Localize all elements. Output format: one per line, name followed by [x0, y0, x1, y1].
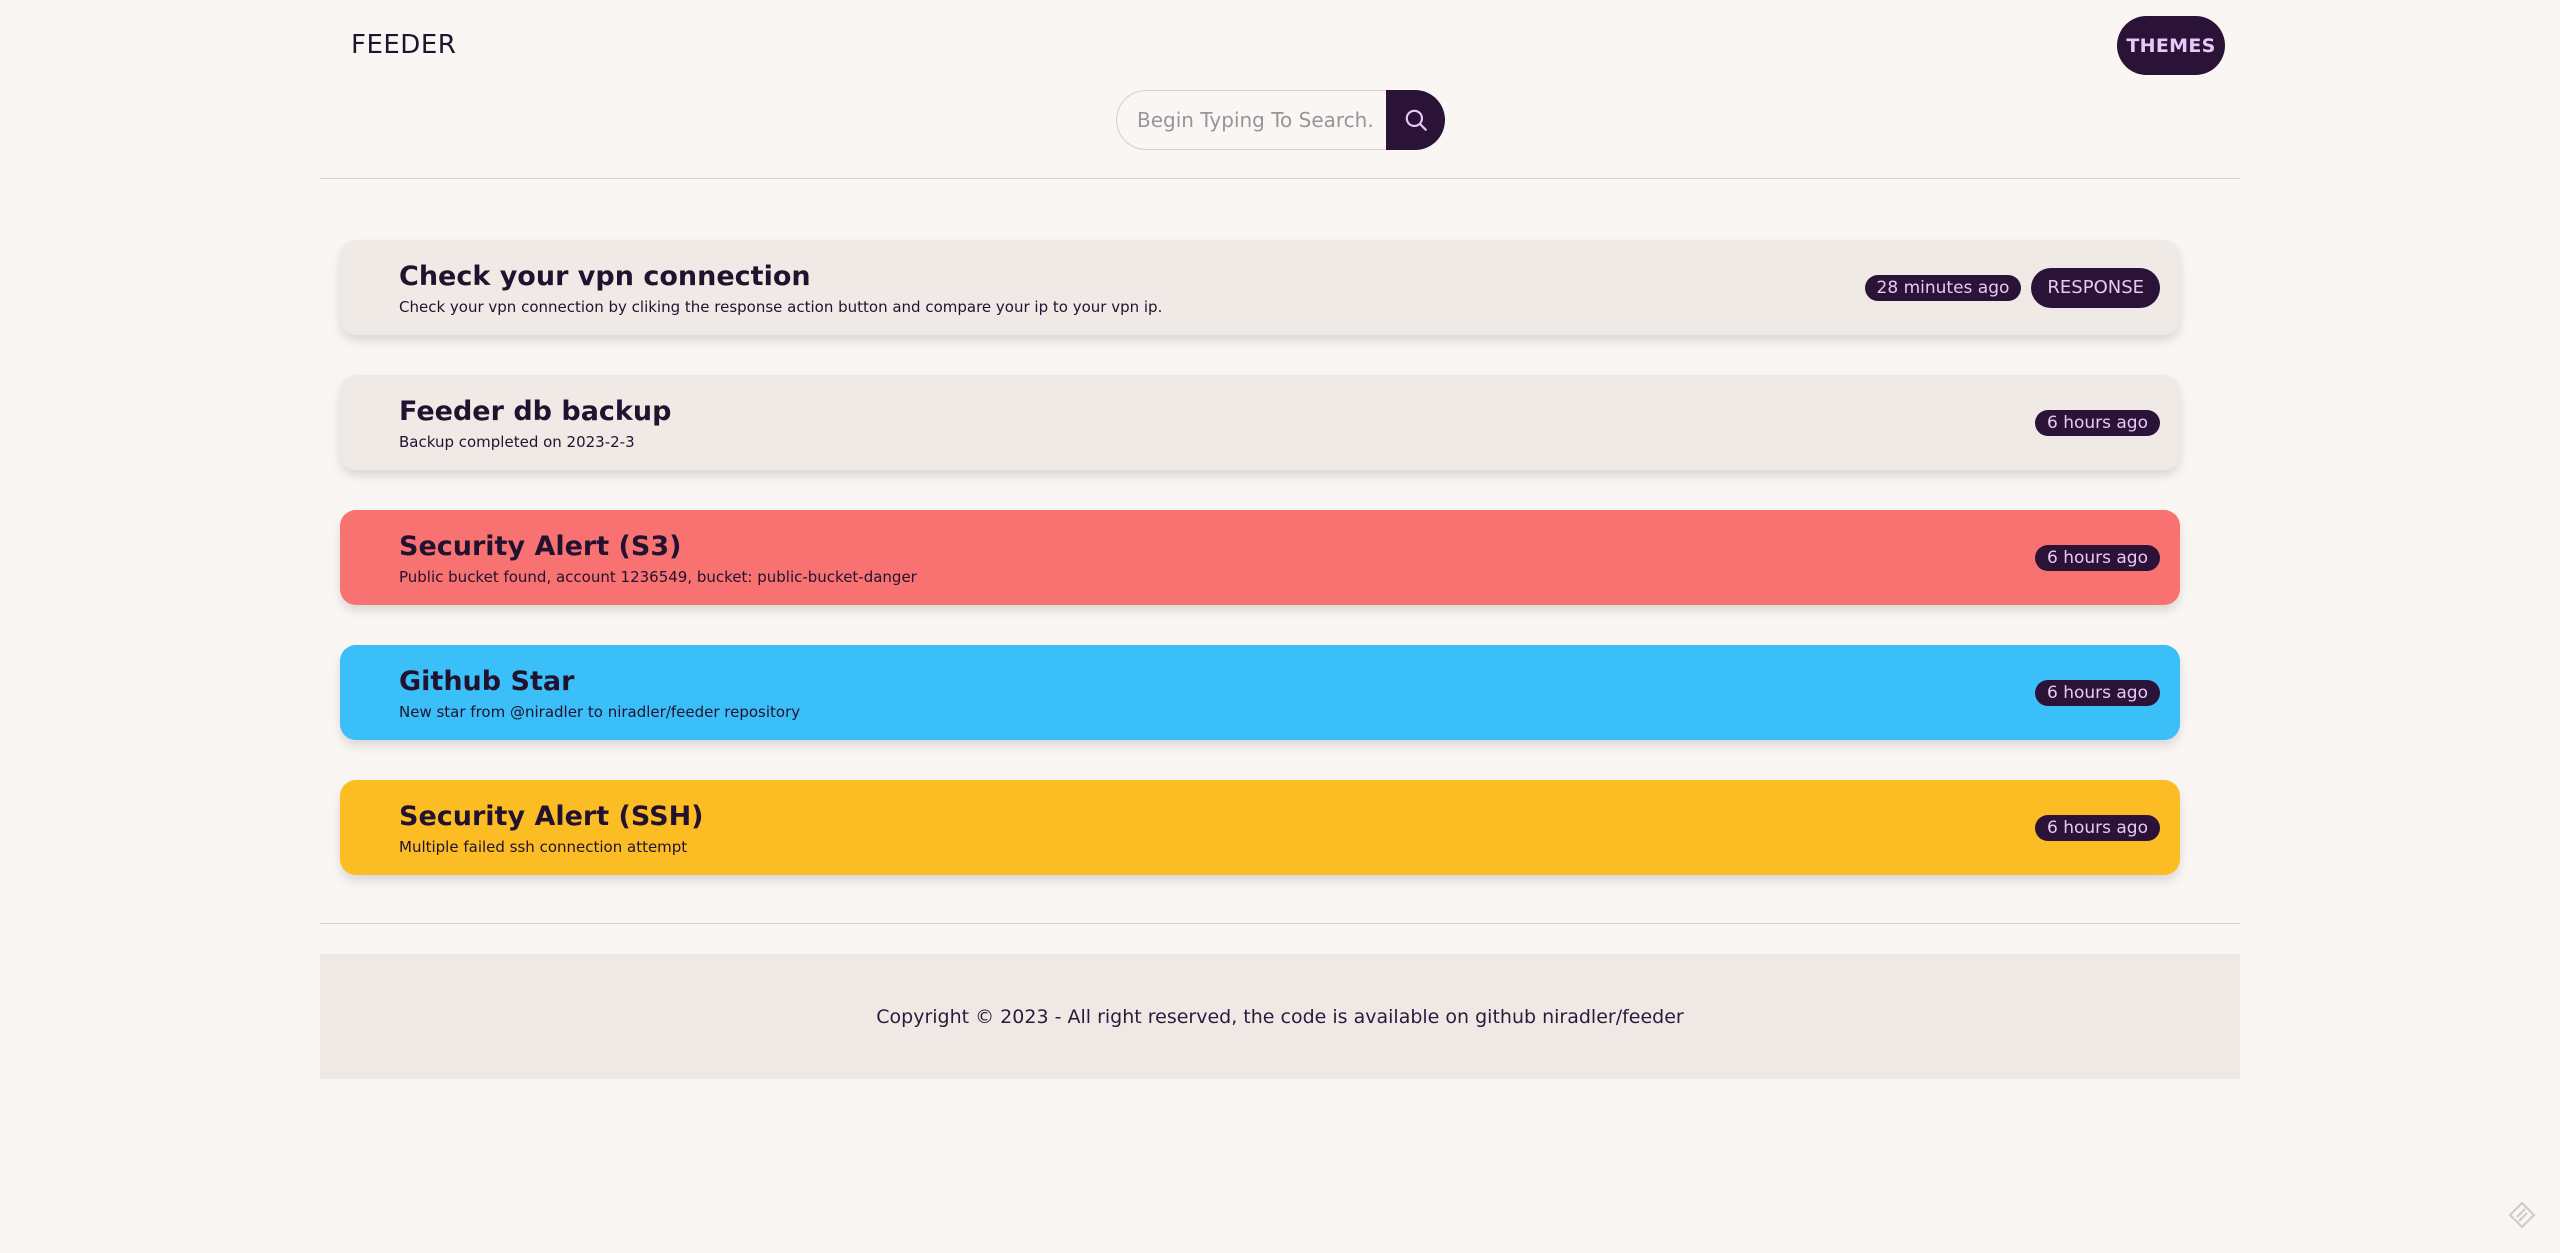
card-description: New star from @niradler to niradler/feed…: [399, 703, 801, 721]
feed-card-vpn[interactable]: Check your vpn connection Check your vpn…: [340, 240, 2180, 335]
time-badge: 6 hours ago: [2034, 679, 2160, 706]
search-icon: [1405, 109, 1427, 131]
time-badge: 6 hours ago: [2034, 544, 2160, 571]
card-title: Security Alert (SSH): [399, 801, 704, 832]
card-title: Check your vpn connection: [399, 261, 811, 292]
app-logo[interactable]: FEEDER: [351, 30, 456, 60]
feed-card-security-ssh[interactable]: Security Alert (SSH) Multiple failed ssh…: [340, 780, 2180, 875]
header-divider: [320, 178, 2240, 179]
card-meta: 6 hours ago: [2034, 510, 2160, 605]
page-container: FEEDER THEMES Check your vpn connection …: [320, 0, 2240, 1079]
time-badge: 28 minutes ago: [1864, 274, 2022, 301]
card-title: Github Star: [399, 666, 575, 697]
footer-copyright: Copyright © 2023 - All right reserved, t…: [876, 1005, 1684, 1028]
feed-card-db-backup[interactable]: Feeder db backup Backup completed on 202…: [340, 375, 2180, 470]
card-meta: 6 hours ago: [2034, 645, 2160, 740]
card-description: Multiple failed ssh connection attempt: [399, 838, 688, 856]
card-title: Feeder db backup: [399, 396, 672, 427]
card-meta: 6 hours ago: [2034, 780, 2160, 875]
time-badge: 6 hours ago: [2034, 409, 2160, 436]
feed-card-github-star[interactable]: Github Star New star from @niradler to n…: [340, 645, 2180, 740]
response-button[interactable]: RESPONSE: [2031, 267, 2160, 308]
time-badge: 6 hours ago: [2034, 814, 2160, 841]
card-title: Security Alert (S3): [399, 531, 682, 562]
search-input[interactable]: [1116, 90, 1386, 150]
header: FEEDER THEMES: [320, 0, 2240, 90]
card-meta: 6 hours ago: [2034, 375, 2160, 470]
footer-divider: [320, 923, 2240, 924]
feed-card-security-s3[interactable]: Security Alert (S3) Public bucket found,…: [340, 510, 2180, 605]
footer: Copyright © 2023 - All right reserved, t…: [320, 954, 2240, 1079]
settings-corner-icon[interactable]: [2506, 1199, 2538, 1231]
themes-button[interactable]: THEMES: [2117, 16, 2225, 75]
search-button[interactable]: [1386, 90, 1445, 150]
card-description: Public bucket found, account 1236549, bu…: [399, 568, 917, 586]
card-description: Backup completed on 2023-2-3: [399, 433, 635, 451]
card-meta: 28 minutes ago RESPONSE: [1864, 240, 2160, 335]
search-bar: [1116, 90, 1445, 150]
card-description: Check your vpn connection by cliking the…: [399, 298, 1163, 316]
